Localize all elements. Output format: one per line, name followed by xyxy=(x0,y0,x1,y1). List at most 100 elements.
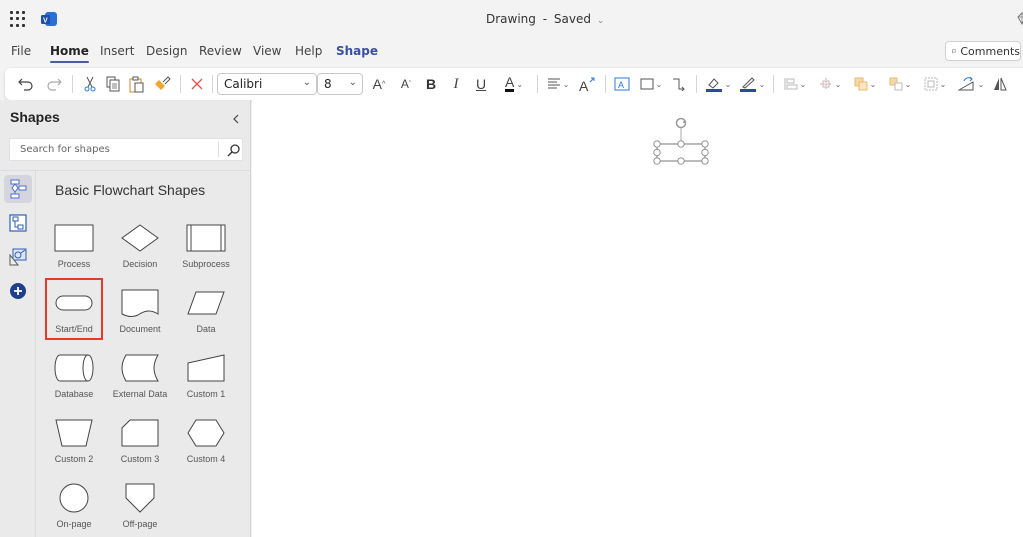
add-stencil-button[interactable] xyxy=(4,277,32,305)
diamond-icon[interactable] xyxy=(1016,12,1023,26)
resize-handle[interactable] xyxy=(701,157,709,165)
resize-handle[interactable] xyxy=(653,140,661,148)
flip-icon xyxy=(994,77,1007,91)
shape-label: On-page xyxy=(56,519,92,529)
shape-onpage[interactable]: On-page xyxy=(46,474,102,534)
tab-view[interactable]: View xyxy=(253,44,281,58)
chevron-down-icon: ⌄ xyxy=(516,79,524,89)
bring-forward-button[interactable]: ⌄ xyxy=(850,68,880,100)
resize-handle[interactable] xyxy=(677,157,685,165)
resize-handle[interactable] xyxy=(677,140,685,148)
redo-button[interactable] xyxy=(43,68,65,100)
connector-button[interactable] xyxy=(669,68,689,100)
shape-label: Data xyxy=(196,324,216,334)
shape-custom4[interactable]: Custom 4 xyxy=(178,409,234,469)
shape-label: Custom 4 xyxy=(186,454,226,464)
shape-data[interactable]: Data xyxy=(178,279,234,339)
flip-button[interactable] xyxy=(990,68,1010,100)
stencil-flowchart-button[interactable] xyxy=(4,175,32,203)
selected-shape[interactable] xyxy=(653,113,713,169)
resize-handle[interactable] xyxy=(701,148,709,157)
align-icon xyxy=(784,78,798,90)
rotate-button[interactable]: ⌄ xyxy=(955,68,987,100)
tab-file[interactable]: File xyxy=(11,44,31,58)
chevron-down-icon: ⌄ xyxy=(655,79,663,89)
tab-review[interactable]: Review xyxy=(199,44,242,58)
shape-process[interactable]: Process xyxy=(46,214,102,274)
stencil-org-button[interactable] xyxy=(4,209,32,237)
line-color-button[interactable]: ⌄ xyxy=(737,68,767,100)
cut-button[interactable] xyxy=(79,68,101,100)
fill-button[interactable]: ⌄ xyxy=(703,68,733,100)
document-title[interactable]: Drawing - Saved ⌄ xyxy=(486,12,604,26)
undo-button[interactable] xyxy=(15,68,37,100)
text-box-button[interactable]: A xyxy=(611,68,633,100)
bold-button[interactable]: B xyxy=(422,68,440,100)
font-name-select[interactable]: Calibri ⌄ xyxy=(217,73,317,95)
decrease-font-icon: A xyxy=(400,77,409,91)
copy-button[interactable] xyxy=(102,68,124,100)
shape-label: Decision xyxy=(122,259,158,269)
decision-shape-icon xyxy=(121,224,159,252)
tab-help[interactable]: Help xyxy=(295,44,322,58)
text-direction-button[interactable]: A xyxy=(577,68,597,100)
comments-label: Comments xyxy=(960,44,1020,58)
tab-insert[interactable]: Insert xyxy=(100,44,134,58)
tab-home[interactable]: Home xyxy=(50,44,89,63)
shape-startend[interactable]: Start/End xyxy=(45,278,103,340)
drawing-canvas[interactable] xyxy=(252,100,1023,537)
custom1-shape-icon xyxy=(187,354,225,382)
tab-design[interactable]: Design xyxy=(146,44,187,58)
resize-handle[interactable] xyxy=(653,157,661,165)
position-icon xyxy=(819,78,832,90)
shape-offpage[interactable]: Off-page xyxy=(112,474,168,534)
shapes-button[interactable]: ⌄ xyxy=(637,68,665,100)
increase-font-icon: A xyxy=(372,76,383,92)
send-backward-button[interactable]: ⌄ xyxy=(885,68,915,100)
shape-search xyxy=(9,138,243,161)
shape-search-input[interactable] xyxy=(10,139,210,160)
chevron-down-icon: ⌄ xyxy=(834,79,842,89)
font-color-button[interactable]: A ⌄ xyxy=(498,68,530,100)
separator xyxy=(72,75,73,93)
doc-name: Drawing xyxy=(486,12,536,26)
resize-handle[interactable] xyxy=(701,140,709,148)
tab-shape[interactable]: Shape xyxy=(336,44,378,58)
app-launcher-icon[interactable] xyxy=(10,11,26,27)
group-button[interactable]: ⌄ xyxy=(920,68,950,100)
collapse-pane-button[interactable] xyxy=(232,112,240,128)
svg-text:A: A xyxy=(579,78,589,92)
shape-subprocess[interactable]: Subprocess xyxy=(178,214,234,274)
position-button[interactable]: ⌄ xyxy=(815,68,845,100)
stencil-area: Basic Flowchart Shapes Process Decision Su… xyxy=(36,170,251,537)
align-text-button[interactable]: ⌄ xyxy=(543,68,573,100)
underline-button[interactable]: U xyxy=(472,68,490,100)
align-button[interactable]: ⌄ xyxy=(780,68,810,100)
stencil-more-button[interactable] xyxy=(4,243,32,271)
italic-button[interactable]: I xyxy=(447,68,465,100)
comments-button[interactable]: Comments xyxy=(945,41,1021,61)
separator xyxy=(605,75,606,93)
shape-custom3[interactable]: Custom 3 xyxy=(112,409,168,469)
shape-custom2[interactable]: Custom 2 xyxy=(46,409,102,469)
menu-bar: File Home Insert Design Review View Help… xyxy=(0,38,1023,64)
title-bar: V Drawing - Saved ⌄ xyxy=(0,0,1023,38)
delete-button[interactable] xyxy=(187,68,207,100)
shape-label: Custom 1 xyxy=(186,389,226,399)
custom3-shape-icon xyxy=(121,419,159,447)
resize-handle[interactable] xyxy=(653,148,661,157)
bring-forward-icon xyxy=(854,77,868,91)
search-icon[interactable] xyxy=(227,143,241,157)
font-size-select[interactable]: 8 ⌄ xyxy=(317,73,363,95)
shape-external[interactable]: External Data xyxy=(112,344,168,404)
format-painter-button[interactable] xyxy=(151,68,173,100)
fill-icon xyxy=(705,78,722,92)
rotate-handle[interactable] xyxy=(675,117,687,129)
shape-document[interactable]: Document xyxy=(112,279,168,339)
increase-font-button[interactable]: A ^ xyxy=(369,68,389,100)
decrease-font-button[interactable]: Aˇ xyxy=(396,68,416,100)
shape-decision[interactable]: Decision xyxy=(112,214,168,274)
paste-button[interactable] xyxy=(126,68,148,100)
shape-custom1[interactable]: Custom 1 xyxy=(178,344,234,404)
shape-database[interactable]: Database xyxy=(46,344,102,404)
